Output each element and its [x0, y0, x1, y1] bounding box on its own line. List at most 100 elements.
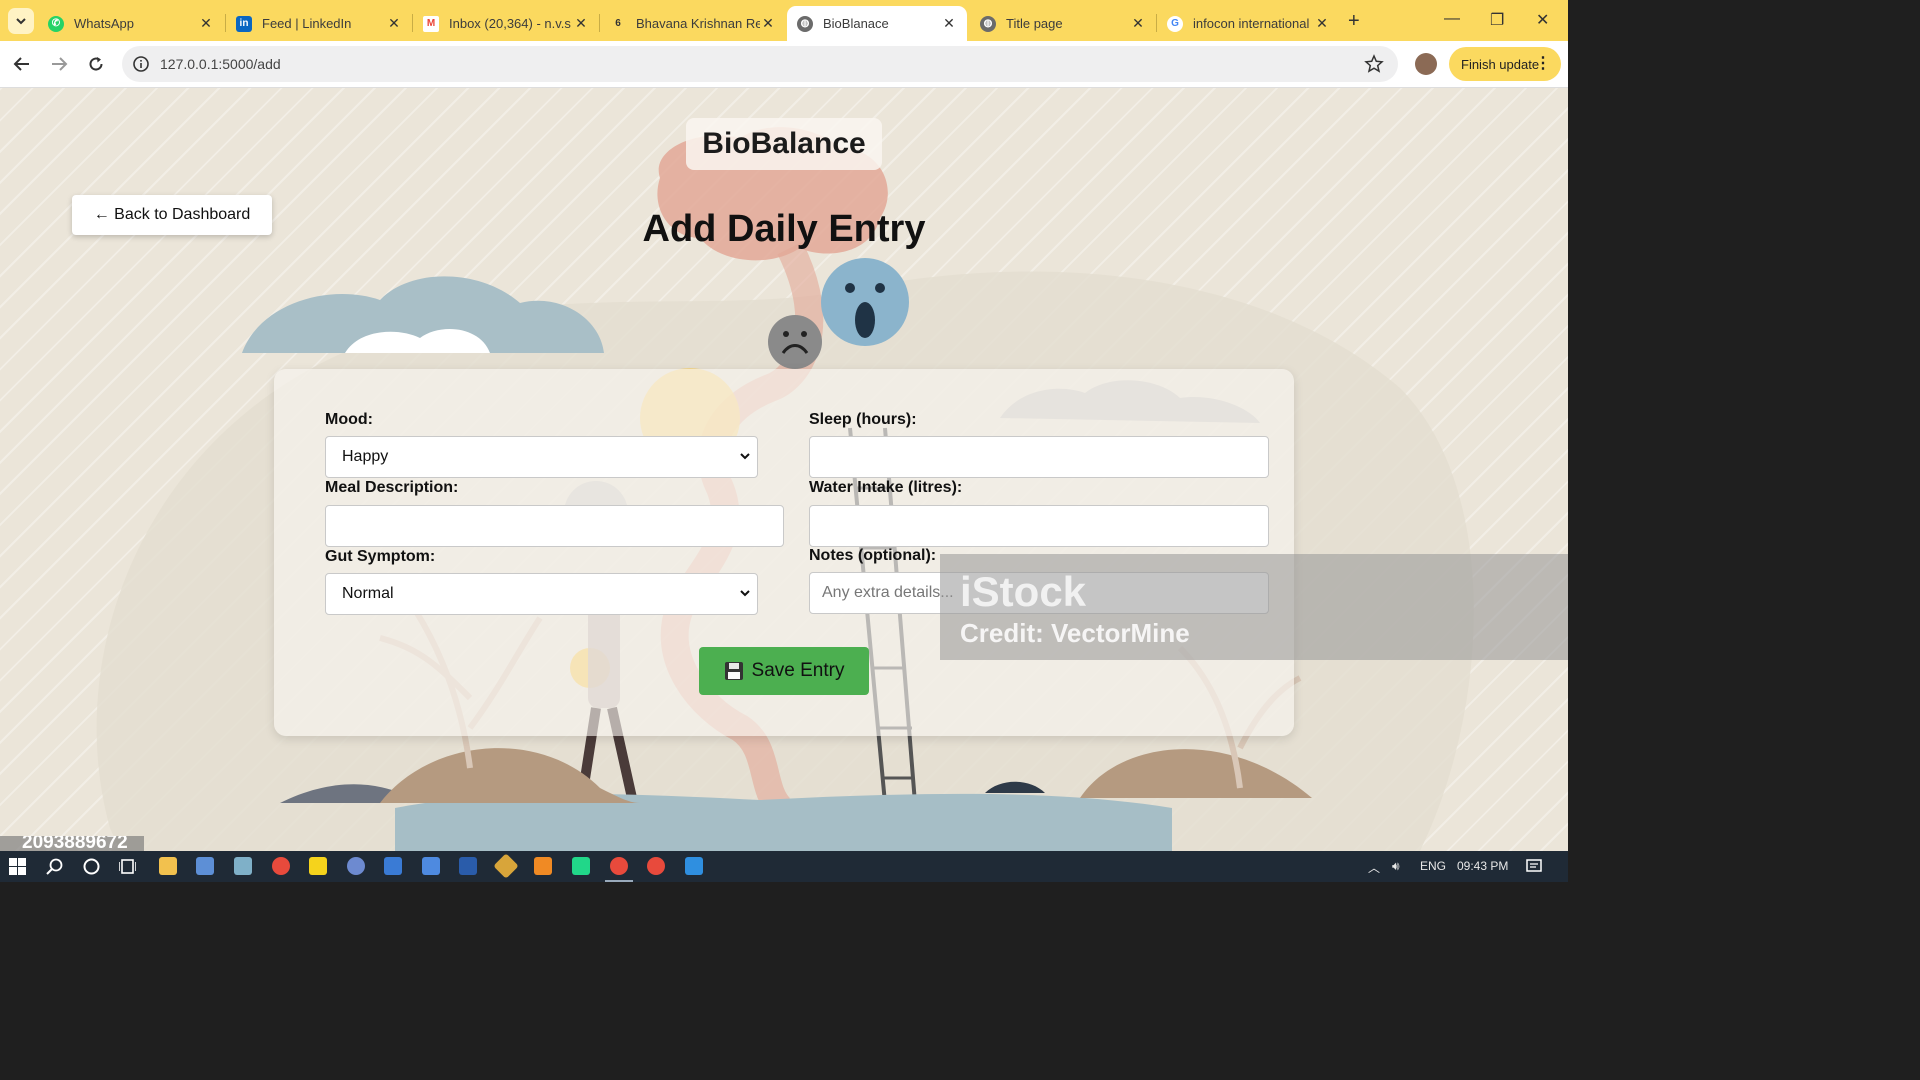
page-content: BioBalance ← Back to Dashboard Add Daily… — [0, 88, 1568, 851]
address-bar[interactable]: 127.0.0.1:5000/add — [122, 46, 1398, 82]
tab-linkedin[interactable]: in Feed | LinkedIn ✕ — [226, 6, 412, 41]
chevron-down-icon — [16, 18, 26, 25]
tab-title: Feed | LinkedIn — [262, 16, 352, 31]
finish-update-button[interactable]: Finish update ⋮ — [1449, 47, 1561, 81]
browser-tab-strip: ✆ WhatsApp ✕ in Feed | LinkedIn ✕ M Inbo… — [0, 0, 1568, 41]
notes-label: Notes (optional): — [809, 547, 937, 564]
tab-title: BioBlanace — [823, 16, 889, 31]
r-app-icon[interactable] — [347, 857, 365, 875]
close-icon[interactable]: ✕ — [941, 15, 957, 32]
file-explorer-icon[interactable] — [159, 857, 177, 875]
minimize-icon[interactable]: — — [1444, 10, 1460, 28]
volume-icon[interactable]: 🔊︎ — [1392, 859, 1400, 874]
close-icon[interactable]: ✕ — [386, 15, 402, 32]
forward-arrow-icon[interactable] — [48, 53, 70, 75]
back-to-dashboard-button[interactable]: ← Back to Dashboard — [72, 195, 272, 235]
mood-select[interactable]: Happy — [325, 436, 758, 478]
close-icon[interactable]: ✕ — [1314, 15, 1330, 32]
globe-icon: ◍ — [797, 15, 813, 32]
floppy-disk-icon — [724, 662, 743, 680]
gut-symptom-selected-value: Normal — [342, 585, 394, 602]
site-info-icon[interactable] — [132, 55, 150, 73]
store-icon[interactable] — [196, 857, 214, 875]
tab-bioblanace[interactable]: ◍ BioBlanace ✕ — [787, 6, 967, 41]
tab-infocon[interactable]: G infocon international ✕ — [1157, 6, 1340, 41]
close-icon[interactable]: ✕ — [198, 15, 214, 32]
task-view-icon[interactable] — [119, 858, 136, 875]
finish-update-label: Finish update — [1461, 56, 1540, 72]
tab-gmail[interactable]: M Inbox (20,364) - n.v.s ✕ — [413, 6, 599, 41]
sublime-text-icon[interactable] — [534, 857, 552, 875]
gut-symptom-label: Gut Symptom: — [325, 548, 436, 565]
linkedin-icon: in — [236, 15, 252, 32]
mood-label: Mood: — [325, 411, 373, 428]
tab-title: Inbox (20,364) - n.v.s — [449, 16, 571, 31]
tab-title: Bhavana Krishnan Re — [636, 16, 760, 31]
notification-icon[interactable] — [1526, 859, 1542, 875]
language-indicator[interactable]: ENG — [1420, 859, 1446, 873]
restore-icon[interactable]: ❐ — [1490, 10, 1504, 30]
clock[interactable]: 09:43 PM — [1457, 859, 1508, 873]
vscode-icon[interactable] — [685, 857, 703, 875]
tab-whatsapp[interactable]: ✆ WhatsApp ✕ — [38, 6, 224, 41]
new-tab-button[interactable]: + — [1348, 10, 1360, 33]
cortana-icon[interactable] — [83, 858, 100, 875]
stock-image-id: 2093889672 — [0, 836, 144, 851]
chrome-profile-icon[interactable] — [647, 857, 665, 875]
copilot-icon: 6 — [610, 15, 626, 32]
close-icon[interactable]: ✕ — [760, 15, 776, 32]
save-entry-label: Save Entry — [751, 660, 845, 681]
browser-toolbar: 127.0.0.1:5000/add Finish update ⋮ — [0, 41, 1568, 88]
chrome-icon[interactable] — [272, 857, 290, 875]
gmail-icon: M — [423, 15, 439, 32]
profile-avatar[interactable] — [1415, 53, 1437, 75]
os-taskbar: ︿ 🔊︎ ENG 09:43 PM — [0, 851, 1568, 882]
page-title: Add Daily Entry — [642, 208, 926, 250]
window-close-icon[interactable]: ✕ — [1536, 10, 1549, 30]
tab-title: WhatsApp — [74, 16, 134, 31]
back-arrow-icon[interactable] — [11, 53, 33, 75]
water-intake-input[interactable] — [809, 505, 1269, 547]
chevron-down-icon — [740, 453, 750, 460]
whatsapp-icon: ✆ — [48, 15, 64, 32]
meal-description-input[interactable] — [325, 505, 784, 547]
gut-symptom-select[interactable]: Normal — [325, 573, 758, 615]
entry-form-card: Mood: Happy Sleep (hours): Meal Descript… — [274, 369, 1294, 736]
brand-logo: BioBalance — [686, 118, 882, 170]
url-text: 127.0.0.1:5000/add — [160, 56, 281, 72]
tab-title: infocon international — [1193, 16, 1310, 31]
water-label: Water Intake (litres): — [809, 479, 963, 496]
more-options-icon[interactable]: ⋮ — [1535, 53, 1551, 73]
pycharm-icon[interactable] — [572, 857, 590, 875]
reload-icon[interactable] — [85, 53, 107, 75]
watermark-credit: Credit: VectorMine — [960, 618, 1190, 648]
chevron-up-icon[interactable]: ︿ — [1368, 859, 1380, 876]
globe-icon: ◍ — [980, 15, 996, 32]
sticky-notes-icon[interactable] — [309, 857, 327, 875]
tab-title-page[interactable]: ◍ Title page ✕ — [970, 6, 1156, 41]
search-icon[interactable] — [46, 858, 63, 875]
tab-bhavana[interactable]: 6 Bhavana Krishnan Re ✕ — [600, 6, 786, 41]
sleep-hours-input[interactable] — [809, 436, 1269, 478]
sleep-label: Sleep (hours): — [809, 411, 917, 428]
google-icon: G — [1167, 15, 1183, 32]
tab-search-button[interactable] — [8, 8, 34, 34]
save-entry-button[interactable]: Save Entry — [699, 647, 869, 695]
meal-label: Meal Description: — [325, 479, 459, 496]
close-icon[interactable]: ✕ — [573, 15, 589, 32]
chrome-active-icon[interactable] — [610, 857, 628, 875]
document-icon[interactable] — [422, 857, 440, 875]
stock-image-id-text: 2093889672 — [22, 836, 128, 851]
app-window-icon[interactable] — [384, 857, 402, 875]
git-icon[interactable] — [493, 853, 519, 879]
chevron-down-icon — [740, 590, 750, 597]
powershell-icon[interactable] — [459, 857, 477, 875]
watermark-logo: iStock — [960, 568, 1087, 615]
tab-title: Title page — [1006, 16, 1063, 31]
close-icon[interactable]: ✕ — [1130, 15, 1146, 32]
stock-watermark: iStock Credit: VectorMine — [940, 554, 1568, 660]
mood-selected-value: Happy — [342, 448, 389, 465]
notepad-icon[interactable] — [234, 857, 252, 875]
windows-start-icon[interactable] — [9, 858, 26, 875]
bookmark-star-icon[interactable] — [1364, 54, 1384, 74]
